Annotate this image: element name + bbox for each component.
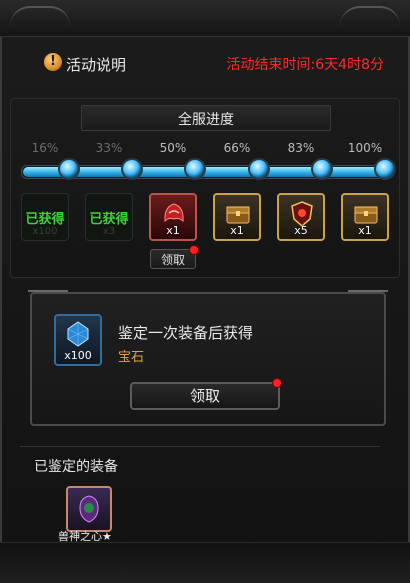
info-icon[interactable]: ! xyxy=(44,53,62,71)
identified-equipment-title: 已鉴定的装备 xyxy=(34,459,118,475)
claim-button[interactable]: 领取 xyxy=(130,382,280,410)
reward-qty: x1 xyxy=(166,224,180,237)
task-reward-name: 宝石 xyxy=(118,350,145,365)
milestone-node xyxy=(121,158,143,180)
reward-qty: x100 xyxy=(32,226,58,237)
milestone-node xyxy=(58,158,80,180)
reward-slot[interactable]: x5 xyxy=(277,193,325,241)
panel-title-bar: 全服进度 xyxy=(81,105,331,131)
reward-slot[interactable]: x1 xyxy=(213,193,261,241)
reward-qty: x100 xyxy=(64,349,92,362)
notification-dot xyxy=(272,378,282,388)
claimed-label: 已获得 xyxy=(25,212,65,227)
event-countdown: 活动结束时间:6天4时8分 xyxy=(226,57,384,73)
frame-bottom-ornament xyxy=(0,542,410,583)
milestone-label: 100% xyxy=(347,141,383,155)
reward-slot[interactable]: x1 xyxy=(341,193,389,241)
milestone-node xyxy=(374,158,396,180)
task-panel: x100 鉴定一次装备后获得 宝石 领取 xyxy=(28,290,388,426)
reward-qty: x1 xyxy=(230,224,244,237)
reward-qty: x5 xyxy=(294,224,308,237)
milestone-label: 33% xyxy=(95,141,123,155)
milestone-label: 16% xyxy=(31,141,59,155)
milestone-node xyxy=(248,158,270,180)
section-divider xyxy=(20,446,380,447)
panel-title: 全服进度 xyxy=(178,112,234,128)
reward-slot-claimed[interactable]: 已获得 x100 xyxy=(21,193,69,241)
frame-top-ornament xyxy=(0,0,410,37)
milestone-node xyxy=(184,158,206,180)
header: ! 活动说明 活动结束时间:6天4时8分 xyxy=(0,44,410,84)
milestone-label: 50% xyxy=(159,141,187,155)
notification-dot xyxy=(189,245,199,255)
task-reward-slot[interactable]: x100 xyxy=(54,314,102,366)
reward-slot[interactable]: x1 xyxy=(149,193,197,241)
milestone-label: 66% xyxy=(223,141,251,155)
equipment-slot[interactable] xyxy=(66,486,112,532)
milestone-node xyxy=(311,158,333,180)
reward-qty: x3 xyxy=(102,226,116,237)
milestone-label: 83% xyxy=(287,141,315,155)
server-progress-panel: 全服进度 16% 33% 50% 66% 83% 100% 已获得 x100 已… xyxy=(10,98,400,278)
task-description: 鉴定一次装备后获得 xyxy=(118,324,254,342)
blue-gem-icon xyxy=(67,321,89,347)
beast-heart-icon xyxy=(79,495,99,523)
claimed-label: 已获得 xyxy=(89,212,129,227)
reward-slot-claimed[interactable]: 已获得 x3 xyxy=(85,193,133,241)
reward-qty: x1 xyxy=(358,224,372,237)
activity-description-title[interactable]: 活动说明 xyxy=(66,54,126,75)
